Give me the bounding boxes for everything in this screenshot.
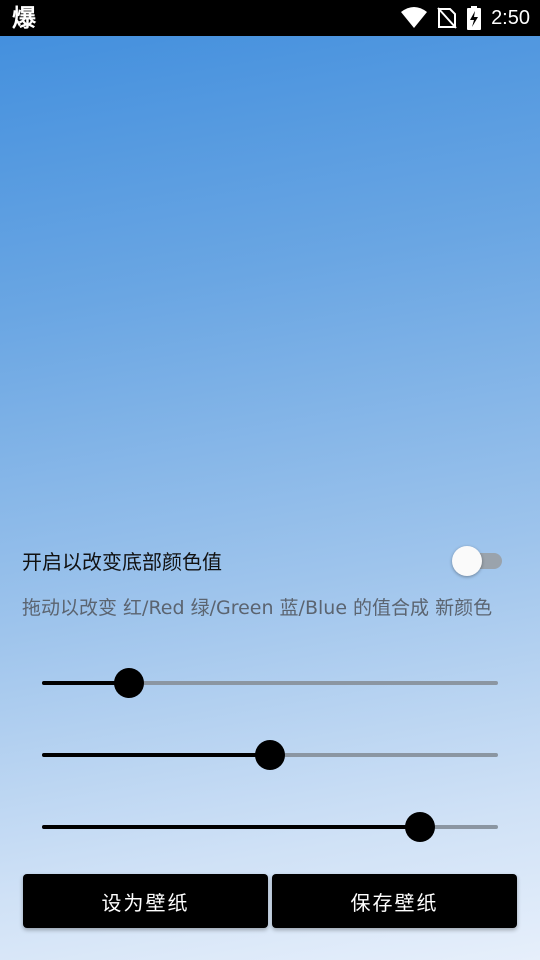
switch-thumb[interactable] bbox=[452, 546, 482, 576]
slider-thumb[interactable] bbox=[114, 668, 144, 698]
save-wallpaper-button[interactable]: 保存壁纸 bbox=[272, 874, 517, 928]
slider-fill bbox=[42, 825, 420, 829]
wifi-icon bbox=[401, 7, 428, 29]
no-sim-icon bbox=[437, 7, 457, 29]
blue-slider[interactable] bbox=[42, 812, 498, 842]
status-time: 2:50 bbox=[491, 6, 530, 29]
screen: 爆 2:50 开启以改变底部颜色值 拖动以改变 红/Red 绿/Green 蓝/… bbox=[0, 0, 540, 960]
slider-thumb[interactable] bbox=[255, 740, 285, 770]
toggle-label: 开启以改变底部颜色值 bbox=[22, 550, 222, 574]
red-slider[interactable] bbox=[42, 668, 498, 698]
slider-fill bbox=[42, 753, 270, 757]
status-icons: 2:50 bbox=[401, 0, 530, 36]
slider-thumb[interactable] bbox=[405, 812, 435, 842]
app-notification-icon: 爆 bbox=[12, 4, 36, 32]
green-slider[interactable] bbox=[42, 740, 498, 770]
bottom-color-toggle-row[interactable]: 开启以改变底部颜色值 bbox=[22, 540, 508, 580]
bottom-color-switch[interactable] bbox=[452, 546, 502, 576]
set-wallpaper-button[interactable]: 设为壁纸 bbox=[23, 874, 268, 928]
battery-charging-icon bbox=[467, 6, 482, 30]
status-bar: 爆 2:50 bbox=[0, 0, 540, 36]
instruction-text: 拖动以改变 红/Red 绿/Green 蓝/Blue 的值合成 新颜色 bbox=[22, 597, 493, 619]
